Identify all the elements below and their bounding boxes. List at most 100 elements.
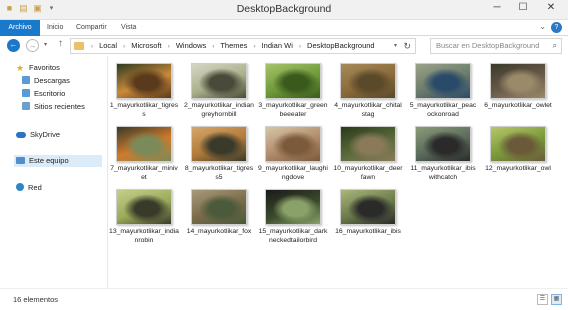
crumb-local[interactable]: Local <box>99 41 117 50</box>
details-view-icon[interactable]: ☰ <box>537 294 548 305</box>
sidebar-item-este-equipo[interactable]: Este equipo <box>14 155 102 167</box>
file-item[interactable]: 15_mayurkotlikar_darkneckedtailorbird <box>258 189 328 245</box>
file-item[interactable]: 7_mayurkotlikar_minivet <box>109 126 179 182</box>
file-name: 12_mayurkotlikar_owl <box>485 165 551 172</box>
sidebar-item-red[interactable]: Red <box>16 182 42 194</box>
desktop-icon <box>22 89 30 97</box>
sidebar-item-favoritos[interactable]: ★ Favoritos <box>16 62 60 74</box>
chevron-right-icon[interactable]: › <box>91 44 93 50</box>
computer-icon <box>16 157 25 164</box>
sidebar-item-label: Descargas <box>34 76 70 85</box>
chevron-right-icon[interactable]: › <box>212 44 214 50</box>
crumb-microsoft[interactable]: Microsoft <box>131 41 161 50</box>
image-thumbnail <box>415 63 471 99</box>
crumb-indian-wi[interactable]: Indian Wi <box>262 41 293 50</box>
large-icons-view-icon[interactable]: ▦ <box>551 294 562 305</box>
star-icon: ★ <box>16 63 25 73</box>
file-name: 4_mayurkotlikar_chitalstag <box>334 102 402 118</box>
chevron-right-icon[interactable]: › <box>123 44 125 50</box>
sidebar-item-recientes[interactable]: Sitios recientes <box>22 101 85 113</box>
folder-icon <box>74 42 84 50</box>
file-name: 7_mayurkotlikar_minivet <box>110 165 178 181</box>
image-thumbnail <box>265 189 321 225</box>
tab-compartir[interactable]: Compartir <box>76 20 107 36</box>
address-bar[interactable]: › Local › Microsoft › Windows › Themes ›… <box>70 38 416 54</box>
ribbon-expand-icon[interactable]: ⌄ <box>539 22 546 31</box>
file-name: 10_mayurkotlikar_deerfawn <box>333 165 403 181</box>
sidebar-item-skydrive[interactable]: SkyDrive <box>16 129 60 141</box>
file-item[interactable]: 8_mayurkotlikar_tigress5 <box>184 126 254 182</box>
tab-inicio[interactable]: Inicio <box>47 20 63 36</box>
file-item[interactable]: 6_mayurkotlikar_owlet <box>483 63 553 111</box>
file-name: 8_mayurkotlikar_tigress5 <box>184 165 254 181</box>
image-thumbnail <box>340 63 396 99</box>
sidebar-item-escritorio[interactable]: Escritorio <box>22 88 65 100</box>
file-item[interactable]: 16_mayurkotlikar_ibis <box>333 189 403 237</box>
file-name: 11_mayurkotlikar_ibiswithcatch <box>410 165 476 181</box>
navigation-pane: ★ Favoritos Descargas Escritorio Sitios r… <box>0 56 108 288</box>
search-box[interactable]: Buscar en DesktopBackground ⌕ <box>430 38 562 54</box>
image-thumbnail <box>265 63 321 99</box>
recent-locations-icon[interactable]: ▾ <box>44 41 47 48</box>
up-button[interactable]: ↑ <box>58 38 63 49</box>
file-name: 9_mayurkotlikar_laughingdove <box>258 165 328 181</box>
sidebar-item-label: Sitios recientes <box>34 102 85 111</box>
window-title: DesktopBackground <box>236 3 332 15</box>
close-button[interactable]: ✕ <box>536 0 566 16</box>
file-item[interactable]: 11_mayurkotlikar_ibiswithcatch <box>408 126 478 182</box>
crumb-windows[interactable]: Windows <box>176 41 206 50</box>
cloud-icon <box>16 132 26 138</box>
image-thumbnail <box>116 126 172 162</box>
downloads-icon <box>22 76 30 84</box>
file-item[interactable]: 14_mayurkotlikar_fox <box>184 189 254 237</box>
image-thumbnail <box>191 63 247 99</box>
file-item[interactable]: 13_mayurkotlikar_indianrobin <box>109 189 179 245</box>
file-name: 1_mayurkotlikar_tigress <box>109 102 179 118</box>
forward-button[interactable]: → <box>26 39 39 52</box>
file-item[interactable]: 2_mayurkotlikar_indiangreyhornbill <box>184 63 254 119</box>
maximize-button[interactable]: ☐ <box>510 0 536 16</box>
search-icon[interactable]: ⌕ <box>553 39 557 53</box>
file-item[interactable]: 1_mayurkotlikar_tigress <box>109 63 179 119</box>
ribbon-tabs: Archivo Inicio Compartir Vista ⌄ ? <box>0 20 568 36</box>
file-name: 5_mayurkotlikar_peacockonroad <box>409 102 477 118</box>
sidebar-item-label: Este equipo <box>29 156 69 165</box>
image-thumbnail <box>191 126 247 162</box>
address-dropdown-icon[interactable]: ▾ <box>394 39 397 53</box>
image-thumbnail <box>191 189 247 225</box>
file-view[interactable]: 1_mayurkotlikar_tigress 2_mayurkotlikar_i… <box>109 56 568 288</box>
search-input[interactable]: Buscar en DesktopBackground <box>436 39 539 53</box>
file-item[interactable]: 3_mayurkotlikar_greenbeeeater <box>258 63 328 119</box>
network-icon <box>16 183 24 191</box>
file-name: 2_mayurkotlikar_indiangreyhornbill <box>184 102 254 118</box>
image-thumbnail <box>490 126 546 162</box>
image-thumbnail <box>116 63 172 99</box>
crumb-desktopbackground[interactable]: DesktopBackground <box>307 41 375 50</box>
file-item[interactable]: 10_mayurkotlikar_deerfawn <box>333 126 403 182</box>
chevron-right-icon[interactable]: › <box>168 44 170 50</box>
back-button[interactable]: ← <box>7 39 20 52</box>
minimize-button[interactable]: ─ <box>484 0 510 16</box>
sidebar-item-descargas[interactable]: Descargas <box>22 75 70 87</box>
crumb-themes[interactable]: Themes <box>220 41 247 50</box>
file-name: 6_mayurkotlikar_owlet <box>484 102 552 109</box>
file-item[interactable]: 4_mayurkotlikar_chitalstag <box>333 63 403 119</box>
file-item[interactable]: 9_mayurkotlikar_laughingdove <box>258 126 328 182</box>
file-name: 14_mayurkotlikar_fox <box>186 228 252 235</box>
navigation-bar: ← → ▾ ↑ › Local › Microsoft › Windows › … <box>0 36 568 56</box>
chevron-right-icon[interactable]: › <box>299 44 301 50</box>
status-bar: 16 elementos ☰ ▦ <box>0 288 568 310</box>
chevron-right-icon[interactable]: › <box>254 44 256 50</box>
tab-vista[interactable]: Vista <box>121 20 136 36</box>
image-thumbnail <box>265 126 321 162</box>
sidebar-item-label: Red <box>28 183 42 192</box>
file-item[interactable]: 5_mayurkotlikar_peacockonroad <box>408 63 478 119</box>
tab-archivo[interactable]: Archivo <box>0 20 40 36</box>
refresh-icon[interactable]: ↻ <box>403 39 411 53</box>
sidebar-item-label: SkyDrive <box>30 130 61 139</box>
image-thumbnail <box>490 63 546 99</box>
file-name: 13_mayurkotlikar_indianrobin <box>109 228 179 244</box>
file-item[interactable]: 12_mayurkotlikar_owl <box>483 126 553 174</box>
recent-places-icon <box>22 102 30 110</box>
help-icon[interactable]: ? <box>551 22 562 33</box>
